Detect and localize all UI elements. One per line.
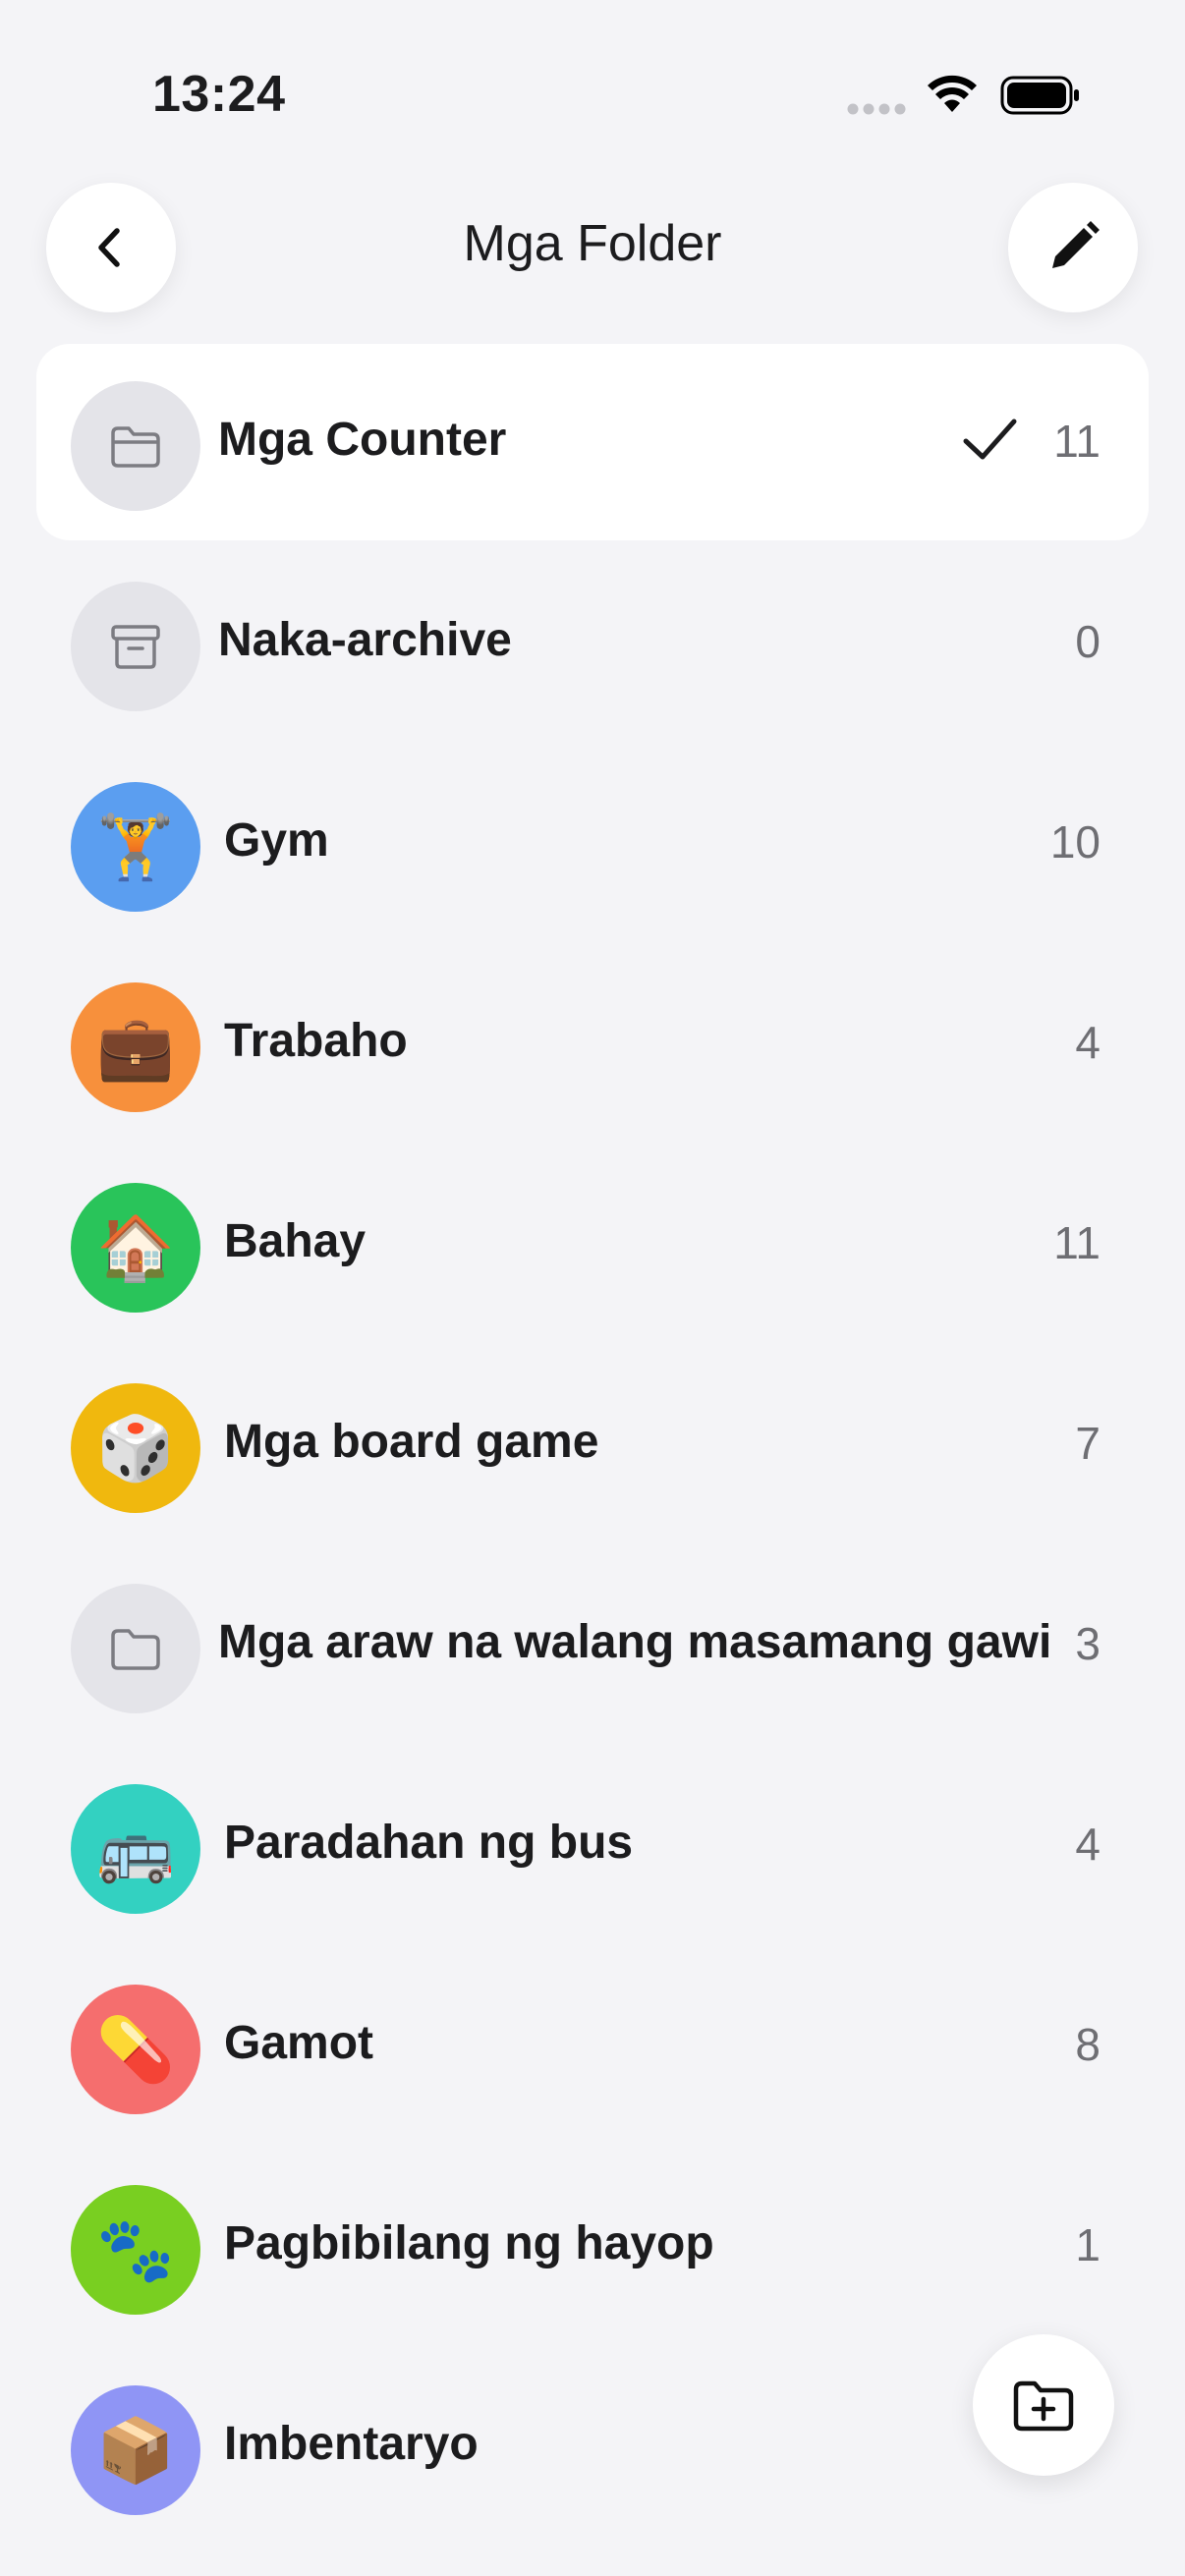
status-bar: 13:24: [0, 0, 1185, 187]
folder-count: 11: [1053, 416, 1100, 467]
folder-label: Mga Counter: [218, 414, 507, 466]
folder-label: Pagbibilang ng hayop: [224, 2217, 714, 2269]
folder-row-board-game[interactable]: 🎲 Mga board game 7: [0, 1346, 1185, 1546]
folder-count: 7: [1075, 1418, 1100, 1469]
add-folder-button[interactable]: [973, 2334, 1114, 2476]
folder-label: Mga araw na walang masamang gawi: [218, 1616, 1052, 1668]
folder-label: Bahay: [224, 1215, 367, 1267]
folder-avatar: [71, 582, 200, 711]
folder-label: Trabaho: [224, 1015, 408, 1067]
folder-row-gym[interactable]: 🏋️ Gym 10: [0, 745, 1185, 945]
pencil-icon: [1052, 221, 1100, 268]
folder-label: Gamot: [224, 2017, 374, 2069]
edit-button[interactable]: [1008, 183, 1138, 312]
folder-row-mga-counter[interactable]: Mga Counter 11: [0, 344, 1185, 544]
folder-icon: [111, 426, 160, 468]
pill-emoji-icon: 💊: [71, 1985, 200, 2114]
checkmark-icon: [963, 419, 1017, 460]
folder-row-naka-archive[interactable]: Naka-archive 0: [0, 544, 1185, 745]
folder-count: 1: [1075, 2219, 1100, 2270]
folder-row-trabaho[interactable]: 💼 Trabaho 4: [0, 945, 1185, 1146]
folder-avatar: [71, 381, 200, 511]
house-emoji-icon: 🏠: [71, 1183, 200, 1313]
folders-screen: 13:24 Mga Folder Mga Counter 11 Naka-arc…: [0, 0, 1185, 2576]
package-emoji-icon: 📦: [71, 2385, 200, 2515]
archive-box-icon: [111, 625, 160, 669]
folder-row-paradahan-ng-bus[interactable]: 🚌 Paradahan ng bus 4: [0, 1747, 1185, 1947]
signal-dots-icon: [847, 103, 906, 115]
battery-icon: [1000, 76, 1079, 115]
folder-row-gamot[interactable]: 💊 Gamot 8: [0, 1947, 1185, 2148]
folder-icon: [111, 1629, 160, 1670]
weightlifter-emoji-icon: 🏋️: [71, 782, 200, 912]
folder-label: Paradahan ng bus: [224, 1817, 634, 1869]
folder-label: Imbentaryo: [224, 2418, 479, 2470]
folder-count: 11: [1053, 1217, 1100, 1268]
folder-label: Mga board game: [224, 1416, 599, 1468]
folder-row-bahay[interactable]: 🏠 Bahay 11: [0, 1146, 1185, 1346]
briefcase-emoji-icon: 💼: [71, 982, 200, 1112]
folder-avatar: [71, 1584, 200, 1713]
folder-row-pagbibilang-ng-hayop[interactable]: 🐾 Pagbibilang ng hayop 1: [0, 2148, 1185, 2348]
paw-prints-emoji-icon: 🐾: [71, 2185, 200, 2315]
folder-count: 4: [1075, 1819, 1100, 1870]
folder-count: 8: [1075, 2019, 1100, 2070]
status-time: 13:24: [152, 66, 286, 123]
folder-list: Mga Counter 11 Naka-archive 0 🏋️ Gym 10: [0, 344, 1185, 2548]
folder-count: 4: [1075, 1017, 1100, 1068]
bus-emoji-icon: 🚌: [71, 1784, 200, 1914]
wifi-icon: [928, 75, 977, 112]
folder-plus-icon: [1013, 2380, 1074, 2432]
folder-row-araw-walang-masamang-gawi[interactable]: Mga araw na walang masamang gawi 3: [0, 1546, 1185, 1747]
folder-count: 3: [1075, 1618, 1100, 1669]
folder-count: 10: [1049, 816, 1100, 868]
folder-label: Gym: [224, 814, 329, 867]
folder-count: 0: [1075, 616, 1100, 667]
dice-emoji-icon: 🎲: [71, 1383, 200, 1513]
folder-label: Naka-archive: [218, 614, 512, 666]
